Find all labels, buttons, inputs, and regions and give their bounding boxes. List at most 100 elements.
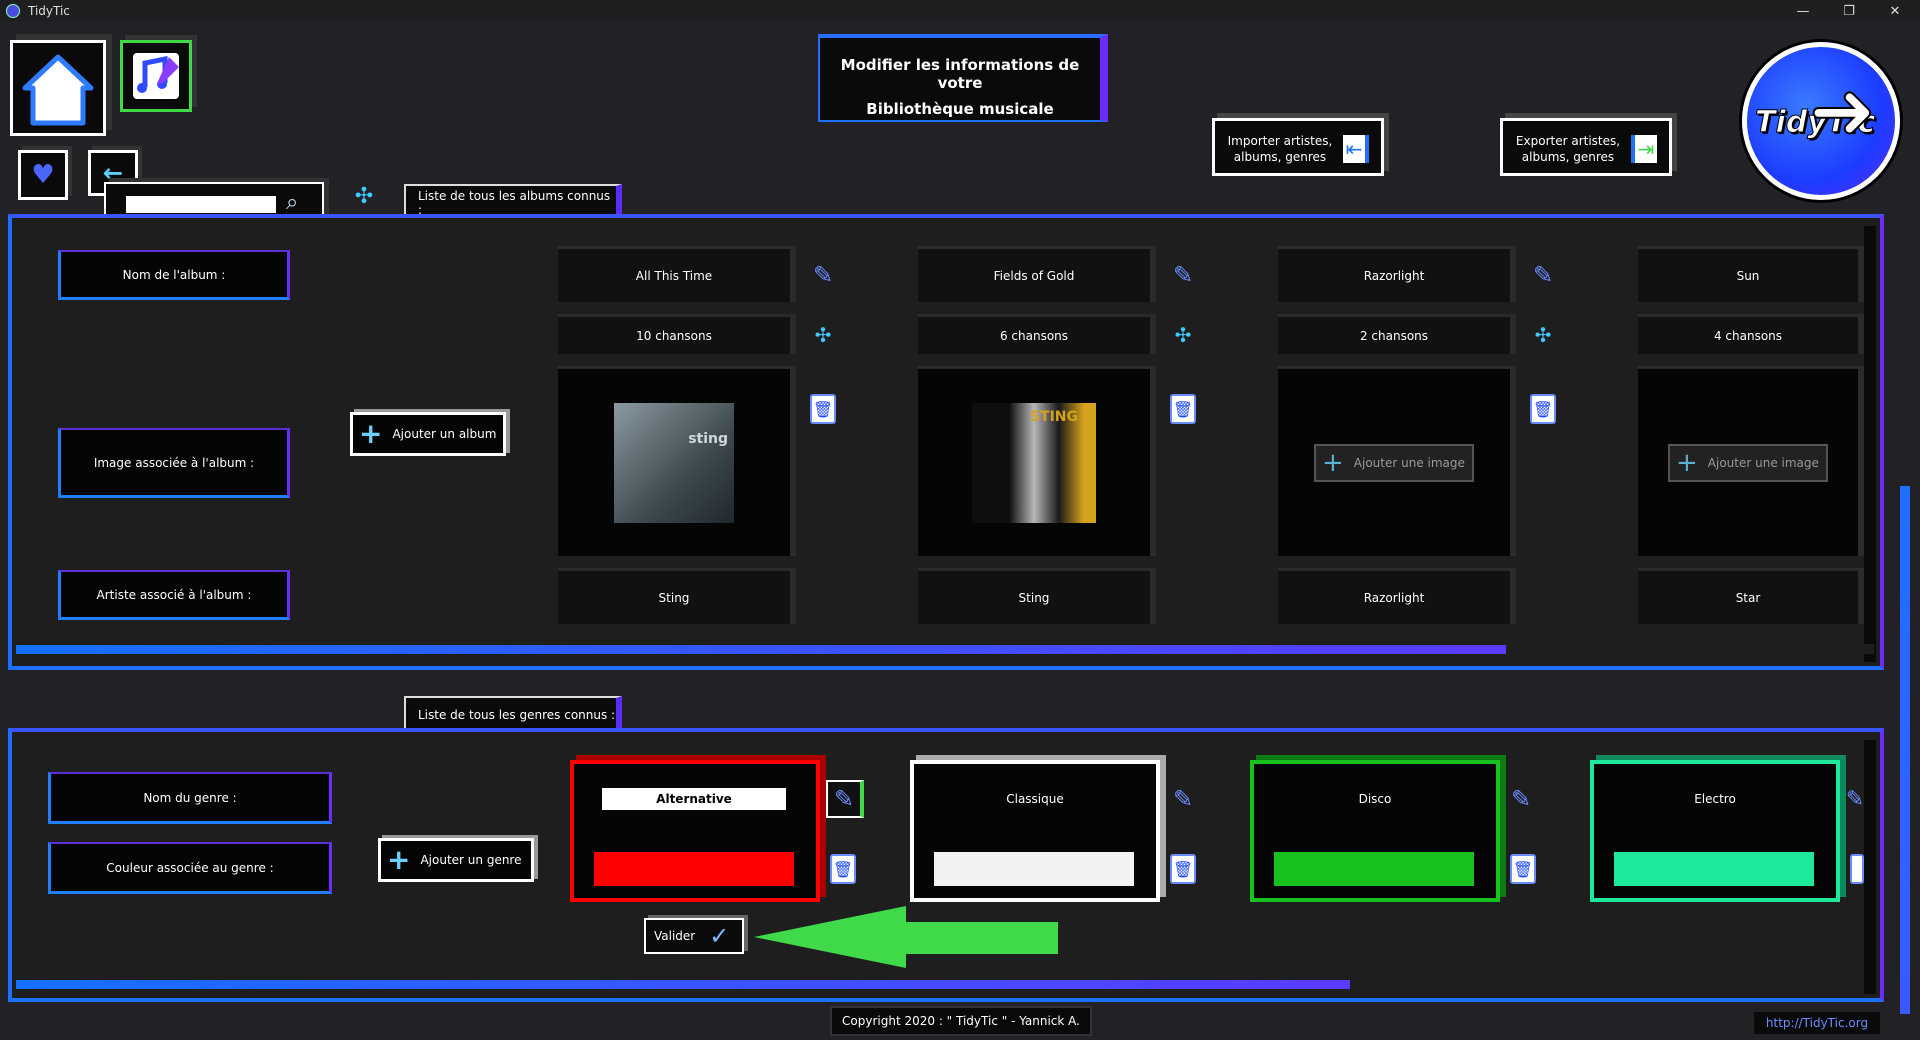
album-artist-cell: Sting bbox=[918, 568, 1156, 624]
search-icon[interactable]: ⌕ bbox=[286, 190, 298, 215]
edit-pencil-icon[interactable]: ✎ bbox=[1508, 785, 1534, 813]
validate-button[interactable]: Valider ✓ bbox=[644, 918, 744, 954]
plus-icon: + bbox=[387, 843, 411, 876]
albums-scrollbar-thumb[interactable] bbox=[16, 645, 1506, 654]
album-cover-image[interactable]: STING bbox=[972, 402, 1096, 523]
add-image-label: Ajouter une image bbox=[1353, 455, 1465, 470]
page-title-line1: Modifier les informations de votre bbox=[840, 56, 1080, 92]
edit-pencil-icon[interactable]: ✎ bbox=[810, 261, 836, 289]
album-count-cell: 4 chansons bbox=[1638, 314, 1864, 354]
genre-name-input[interactable] bbox=[602, 788, 786, 810]
genre-color-swatch[interactable] bbox=[1614, 852, 1814, 886]
genre-name: Electro bbox=[1694, 792, 1736, 806]
album-count-cell: 6 chansons bbox=[918, 314, 1156, 354]
album-name-cell: Sun bbox=[1638, 246, 1864, 302]
trash-icon[interactable]: 🗑 bbox=[1170, 394, 1196, 424]
genre-card bbox=[570, 760, 820, 902]
genre-card: Disco bbox=[1250, 760, 1500, 902]
genre-card: Electro bbox=[1590, 760, 1840, 902]
genre-color-swatch[interactable] bbox=[934, 852, 1134, 886]
genre-name: Classique bbox=[1006, 792, 1064, 806]
trash-icon[interactable]: 🗑 bbox=[810, 394, 836, 424]
import-button[interactable]: Importer artistes, albums, genres ⇤ bbox=[1212, 118, 1384, 176]
genre-color-label: Couleur associée au genre : bbox=[48, 842, 332, 894]
favorites-button[interactable]: ♥ bbox=[18, 150, 68, 200]
checkmark-icon: ✓ bbox=[709, 922, 730, 950]
add-image-button[interactable]: + Ajouter une image bbox=[1668, 443, 1828, 482]
add-album-label: Ajouter un album bbox=[392, 427, 497, 441]
album-artist-cell: Sting bbox=[558, 568, 796, 624]
home-icon bbox=[22, 54, 94, 126]
export-icon: ⇥ bbox=[1631, 135, 1657, 163]
plus-icon: + bbox=[1322, 447, 1344, 478]
window-title: TidyTic bbox=[28, 4, 70, 18]
genre-card: Classique bbox=[910, 760, 1160, 902]
page-title-line2: Bibliothèque musicale bbox=[866, 100, 1054, 118]
export-label: Exporter artistes, albums, genres bbox=[1515, 134, 1621, 164]
import-label: Importer artistes, albums, genres bbox=[1227, 134, 1333, 164]
genre-color-swatch[interactable] bbox=[1274, 852, 1474, 886]
plus-icon: + bbox=[1676, 447, 1698, 478]
window-titlebar: TidyTic bbox=[0, 0, 1920, 22]
genre-name: Disco bbox=[1358, 792, 1392, 806]
edit-pencil-icon[interactable]: ✎ bbox=[1846, 786, 1864, 812]
genre-name-label: Nom du genre : bbox=[48, 772, 332, 824]
trash-icon[interactable]: 🗑 bbox=[830, 854, 856, 884]
home-button[interactable] bbox=[10, 40, 106, 136]
expand-icon[interactable]: ✣ bbox=[1170, 322, 1196, 348]
genres-scrollbar-thumb[interactable] bbox=[16, 980, 1350, 989]
trash-icon[interactable]: 🗑 bbox=[1510, 854, 1536, 884]
plus-icon: + bbox=[359, 417, 383, 450]
close-button[interactable]: ✕ bbox=[1872, 0, 1918, 22]
app-icon bbox=[6, 4, 20, 18]
add-image-button[interactable]: + Ajouter une image bbox=[1314, 443, 1474, 482]
album-name-cell: All This Time bbox=[558, 246, 796, 302]
vertical-scrollbar-thumb[interactable] bbox=[1900, 486, 1910, 1014]
album-count-cell: 10 chansons bbox=[558, 314, 796, 354]
album-image-cell: + Ajouter une image bbox=[1638, 366, 1864, 556]
export-button[interactable]: Exporter artistes, albums, genres ⇥ bbox=[1500, 118, 1672, 176]
add-genre-label: Ajouter un genre bbox=[420, 853, 522, 867]
trash-icon[interactable]: 🗑 bbox=[1170, 854, 1196, 884]
trash-icon[interactable] bbox=[1850, 854, 1864, 884]
album-artist-cell: Star bbox=[1638, 568, 1864, 624]
import-icon: ⇤ bbox=[1343, 135, 1369, 163]
add-image-label: Ajouter une image bbox=[1707, 455, 1819, 470]
page-title-box: Modifier les informations de votre Bibli… bbox=[818, 34, 1108, 122]
maximize-button[interactable]: ❐ bbox=[1826, 0, 1872, 22]
add-genre-button[interactable]: + Ajouter un genre bbox=[378, 838, 534, 882]
edit-pencil-icon[interactable]: ✎ bbox=[1170, 785, 1196, 813]
tidytic-logo: TidyTic ➜ bbox=[1742, 42, 1900, 200]
expand-icon[interactable]: ✣ bbox=[348, 184, 380, 216]
album-count-cell: 2 chansons bbox=[1278, 314, 1516, 354]
album-image-label: Image associée à l'album : bbox=[58, 428, 290, 498]
expand-icon[interactable]: ✣ bbox=[1530, 322, 1556, 348]
album-artist-label: Artiste associé à l'album : bbox=[58, 570, 290, 620]
hint-arrow-icon bbox=[754, 906, 1058, 968]
genre-color-swatch[interactable] bbox=[594, 852, 794, 886]
album-cover-image[interactable]: sting bbox=[614, 402, 734, 523]
album-name-cell: Razorlight bbox=[1278, 246, 1516, 302]
trash-icon[interactable]: 🗑 bbox=[1530, 394, 1556, 424]
copyright-text: Copyright 2020 : " TidyTic " - Yannick A… bbox=[830, 1006, 1092, 1036]
edit-pencil-icon[interactable]: ✎ bbox=[826, 780, 864, 818]
album-image-cell: STING bbox=[918, 366, 1156, 556]
album-image-cell: sting bbox=[558, 366, 796, 556]
album-artist-cell: Razorlight bbox=[1278, 568, 1516, 624]
edit-pencil-icon[interactable]: ✎ bbox=[1170, 261, 1196, 289]
heart-icon: ♥ bbox=[31, 160, 55, 190]
album-image-cell: + Ajouter une image bbox=[1278, 366, 1516, 556]
minimize-button[interactable]: — bbox=[1780, 0, 1826, 22]
search-input[interactable] bbox=[126, 196, 276, 213]
music-note-icon bbox=[133, 53, 179, 99]
website-link[interactable]: http://TidyTic.org bbox=[1752, 1010, 1882, 1036]
music-library-button[interactable] bbox=[120, 40, 192, 112]
edit-pencil-icon[interactable]: ✎ bbox=[1530, 261, 1556, 289]
logo-arrow-icon: ➜ bbox=[1808, 64, 1877, 157]
album-name-label: Nom de l'album : bbox=[58, 250, 290, 300]
album-cover-text: STING bbox=[1029, 408, 1078, 425]
album-cover-text: sting bbox=[688, 430, 728, 447]
add-album-button[interactable]: + Ajouter un album bbox=[350, 412, 506, 456]
album-name-cell: Fields of Gold bbox=[918, 246, 1156, 302]
expand-icon[interactable]: ✣ bbox=[810, 322, 836, 348]
